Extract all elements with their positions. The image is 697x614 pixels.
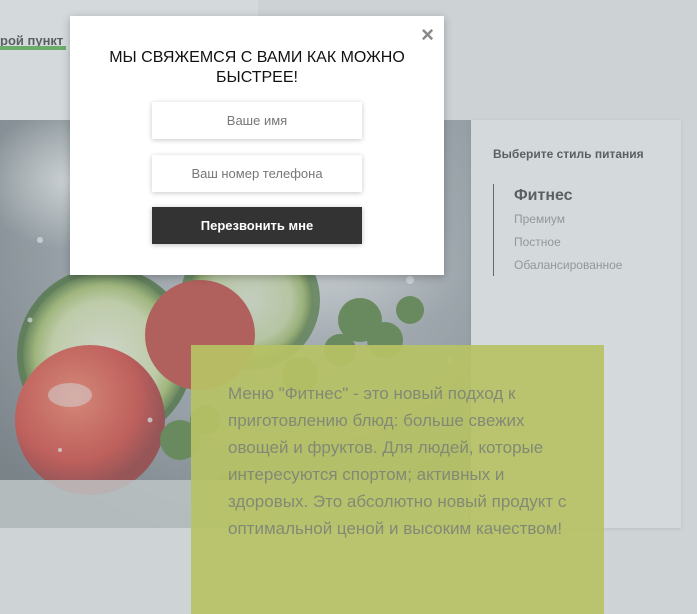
modal-title: МЫ СВЯЖЕМСЯ С ВАМИ КАК МОЖНО БЫСТРЕЕ!: [109, 49, 405, 86]
name-input[interactable]: [152, 102, 362, 139]
phone-input[interactable]: [152, 155, 362, 192]
callback-button[interactable]: Перезвонить мне: [152, 207, 362, 244]
close-icon[interactable]: ×: [421, 24, 434, 46]
callback-modal: × МЫ СВЯЖЕМСЯ С ВАМИ КАК МОЖНО БЫСТРЕЕ! …: [70, 16, 444, 275]
page: рой пункт Выберите стиль питания Фитнес …: [0, 0, 697, 614]
